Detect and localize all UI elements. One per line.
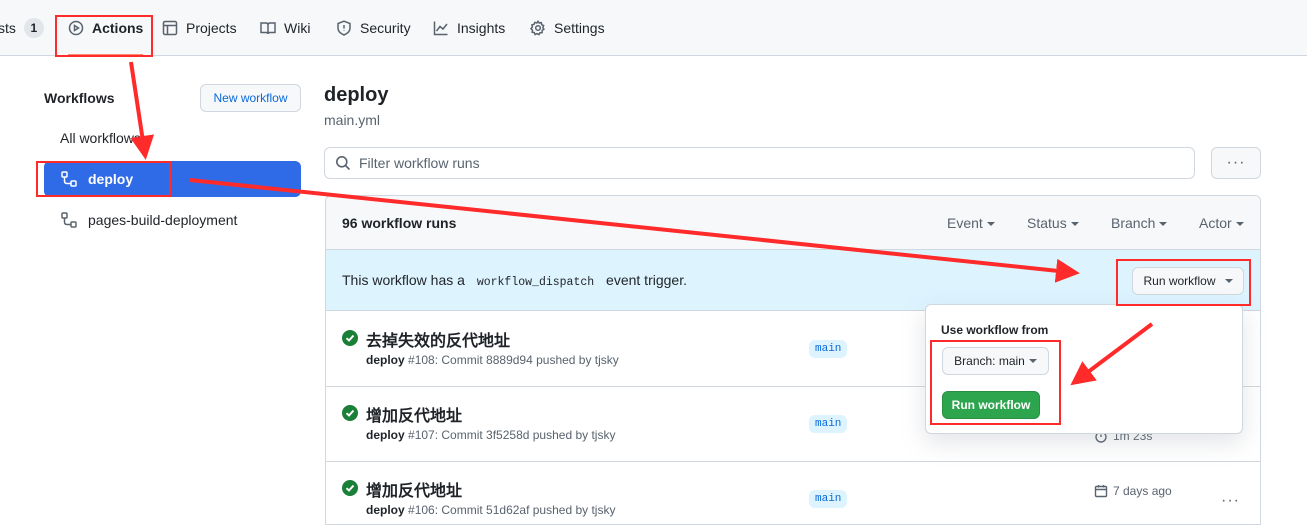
run-workflow-name: deploy [366,353,405,367]
tab-wiki-label: Wiki [284,20,311,36]
dispatch-text: This workflow has a workflow_dispatch ev… [342,272,687,289]
filter-actor[interactable]: Actor [1199,215,1244,231]
run-title[interactable]: 去掉失效的反代地址 [366,327,510,351]
branch-tag[interactable]: main [809,490,848,508]
filter-branch-label: Branch [1111,215,1156,231]
branch-select-label: Branch: main [954,354,1025,368]
run-date: 7 days ago [1094,484,1172,498]
search-placeholder: Filter workflow runs [359,155,480,171]
branch-tag[interactable]: main [809,340,848,358]
caret-down-icon [1235,222,1244,227]
row-more-button[interactable]: ··· [1221,492,1240,510]
run-workflow-name: deploy [366,503,405,517]
filter-actor-label: Actor [1199,215,1232,231]
sidebar-item-deploy[interactable]: deploy [44,161,301,197]
confirm-run-workflow-button[interactable]: Run workflow [942,391,1040,419]
tab-pull-requests[interactable]: sts 1 [0,0,44,56]
pull-requests-counter: 1 [23,18,44,38]
filter-event-label: Event [947,215,983,231]
filter-status-label: Status [1027,215,1067,231]
workflows-heading: Workflows [44,90,115,106]
tab-projects-label: Projects [186,20,237,36]
book-icon [260,22,276,35]
caret-down-icon [986,222,995,227]
tab-insights-label: Insights [457,20,506,36]
check-circle-icon [342,405,358,421]
filter-event[interactable]: Event [947,215,995,231]
tab-wiki[interactable]: Wiki [260,0,310,56]
dispatch-suffix: event trigger. [606,272,687,288]
filter-status[interactable]: Status [1027,215,1079,231]
tab-projects[interactable]: Projects [162,0,237,56]
table-icon [162,20,178,36]
run-workflow-label: Run workflow [1143,274,1216,288]
dispatch-banner: This workflow has a workflow_dispatch ev… [326,250,1260,311]
run-workflow-dropdown: Use workflow from Branch: main Run workf… [925,304,1243,434]
tab-insights[interactable]: Insights [433,0,505,56]
tab-settings[interactable]: Settings [530,0,605,56]
dispatch-prefix: This workflow has a [342,272,465,288]
caret-down-icon [1159,222,1168,227]
graph-icon [433,21,448,36]
run-meta: deploy #108: Commit 8889d94 pushed by tj… [366,353,619,367]
run-title[interactable]: 增加反代地址 [366,402,462,426]
tab-actions[interactable]: Actions [68,0,144,56]
search-input[interactable]: Filter workflow runs [324,147,1195,179]
tab-settings-label: Settings [554,20,605,36]
workflow-icon [61,212,77,228]
caret-down-icon [1028,359,1037,363]
dispatch-code: workflow_dispatch [476,276,595,289]
run-meta-text: #108: Commit 8889d94 pushed by tjsky [408,353,619,367]
sidebar-item-pages-label: pages-build-deployment [88,212,238,228]
run-meta: deploy #107: Commit 3f5258d pushed by tj… [366,428,615,442]
check-circle-icon [342,330,358,346]
tab-actions-label: Actions [92,20,144,36]
gear-icon [530,20,545,36]
workflow-file-link[interactable]: main.yml [324,112,380,128]
table-row[interactable]: 增加反代地址 deploy #106: Commit 51d62af pushe… [326,462,1260,524]
branch-tag[interactable]: main [809,415,848,433]
runs-header: 96 workflow runs Event Status Branch Act… [326,196,1260,250]
shield-icon [337,20,351,36]
run-title[interactable]: 增加反代地址 [366,477,462,501]
runs-count: 96 workflow runs [342,215,457,231]
tab-pull-requests-label: sts [0,20,16,36]
run-workflow-button[interactable]: Run workflow [1132,267,1244,295]
caret-down-icon [1224,279,1233,283]
run-meta-text: #106: Commit 51d62af pushed by tjsky [408,503,616,517]
caret-down-icon [1070,222,1079,227]
all-workflows-link[interactable]: All workflows [60,130,141,146]
new-workflow-button[interactable]: New workflow [200,84,301,112]
run-workflow-name: deploy [366,428,405,442]
run-meta: deploy #106: Commit 51d62af pushed by tj… [366,503,615,517]
check-circle-icon [342,480,358,496]
run-meta-text: #107: Commit 3f5258d pushed by tjsky [408,428,616,442]
more-options-button[interactable]: ··· [1211,147,1261,179]
page-title: deploy [324,84,389,106]
sidebar-item-pages-build-deployment[interactable]: pages-build-deployment [44,202,301,238]
calendar-icon [1094,485,1108,498]
repo-nav: sts 1 Actions Projects Wiki Security Ins… [0,0,1307,56]
tab-security-label: Security [360,20,411,36]
dropdown-label: Use workflow from [941,323,1049,337]
search-icon [336,156,351,171]
tab-security[interactable]: Security [336,0,411,56]
workflow-icon [61,171,77,187]
sidebar-item-deploy-label: deploy [88,171,134,187]
play-icon [68,20,84,36]
branch-select-button[interactable]: Branch: main [942,347,1049,375]
filter-branch[interactable]: Branch [1111,215,1168,231]
run-date-text: 7 days ago [1113,484,1172,498]
